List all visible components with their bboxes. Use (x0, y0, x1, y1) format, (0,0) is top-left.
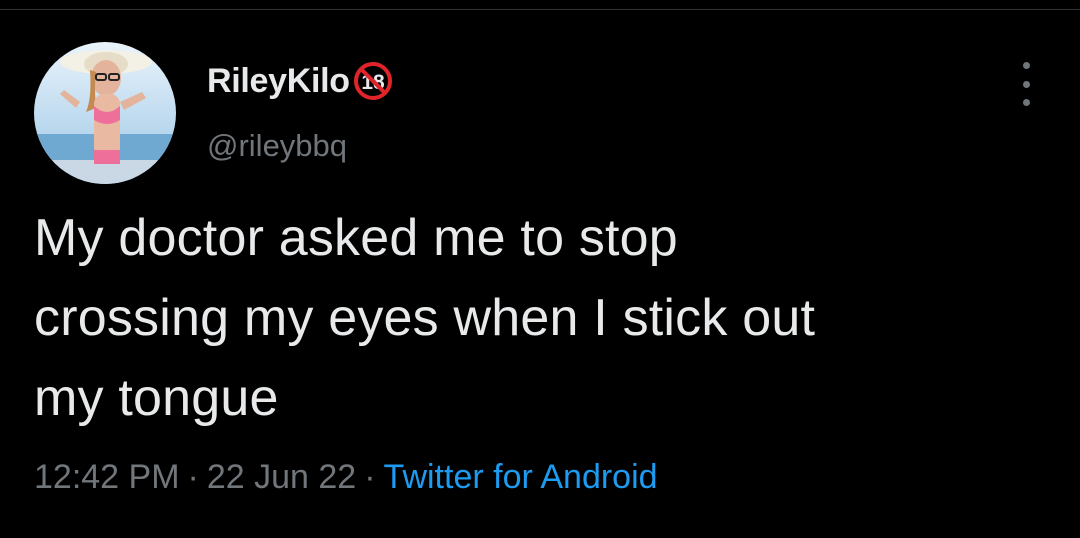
meta-separator: · (364, 458, 376, 496)
tweet-text-line: My doctor asked me to stop (34, 209, 678, 267)
tweet-text: My doctor asked me to stop crossing my e… (34, 198, 1034, 438)
more-dot (1022, 99, 1030, 106)
user-handle[interactable]: @rileybbq (207, 128, 347, 164)
tweet-source-link[interactable]: Twitter for Android (384, 458, 658, 496)
tweet-meta: 12:42 PM · 22 Jun 22 · Twitter for Android (34, 458, 658, 497)
tweet-text-line: my tongue (34, 369, 279, 427)
tweet-time[interactable]: 12:42 PM (34, 458, 180, 496)
more-dot (1022, 80, 1030, 88)
author-name-row[interactable]: RileyKilo 18 (207, 56, 394, 106)
more-dot (1022, 62, 1030, 69)
meta-separator: · (187, 458, 199, 496)
no-under-18-icon: 18 (352, 60, 394, 102)
tweet-text-line: crossing my eyes when I stick out (34, 289, 816, 347)
more-options-icon[interactable] (1008, 62, 1044, 106)
tweet[interactable]: RileyKilo 18 @rileybbq My doctor asked m… (0, 0, 1080, 538)
avatar[interactable] (34, 42, 176, 184)
display-name[interactable]: RileyKilo (207, 62, 350, 101)
tweet-date[interactable]: 22 Jun 22 (207, 458, 356, 496)
avatar-image (34, 42, 176, 184)
